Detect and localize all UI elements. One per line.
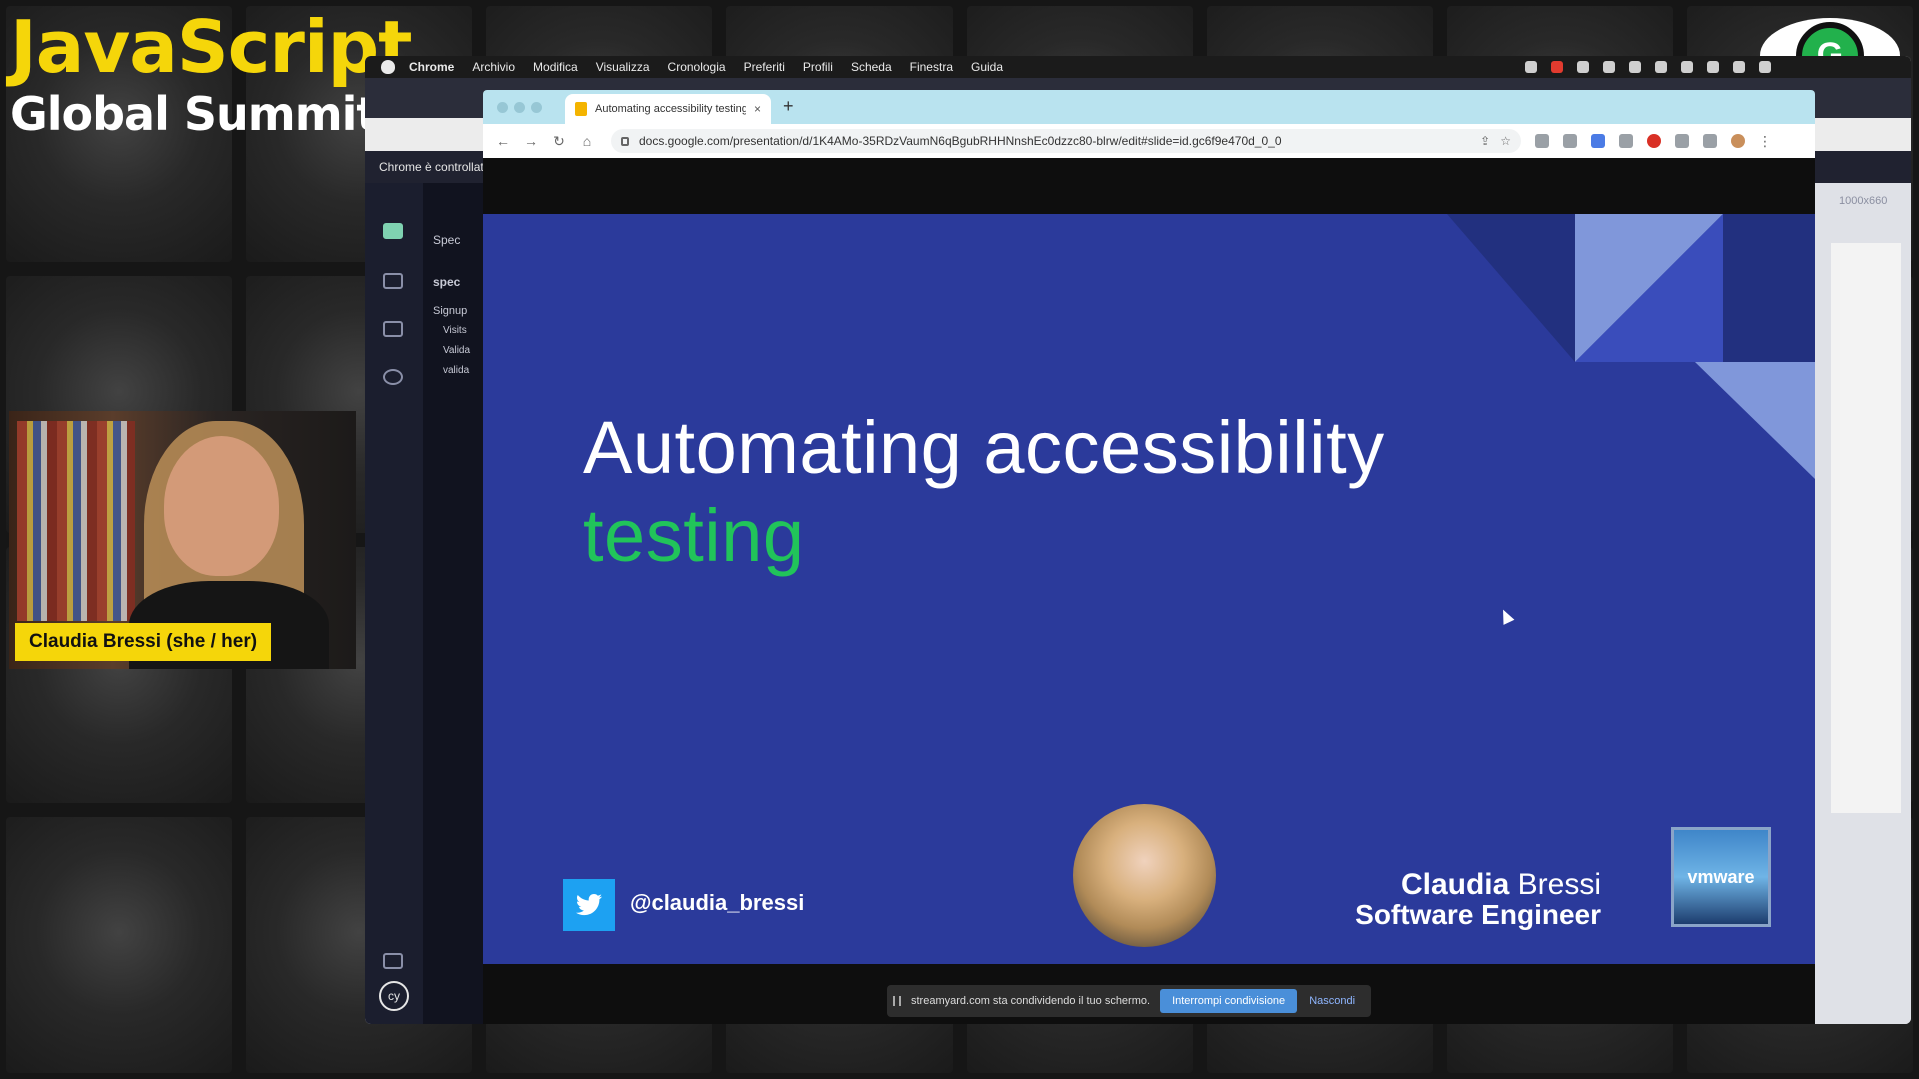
viewport-size: 1000x660 xyxy=(1839,195,1888,207)
speaker-last-name: Bressi xyxy=(1517,868,1601,901)
window-zoom-button[interactable] xyxy=(531,102,542,113)
profile-avatar[interactable] xyxy=(1731,134,1745,148)
shared-screen: Chrome Archivio Modifica Visualizza Cron… xyxy=(365,56,1911,1024)
mac-menubar: Chrome Archivio Modifica Visualizza Cron… xyxy=(365,56,1911,78)
specs-list-icon[interactable] xyxy=(383,321,403,337)
share-message: streamyard.com sta condividendo il tuo s… xyxy=(911,995,1151,1007)
google-slides-icon xyxy=(575,102,587,116)
menu-preferiti[interactable]: Preferiti xyxy=(744,60,785,74)
chrome-tab-strip: Automating accessibility testing × + xyxy=(483,90,1815,124)
presentation-view: Automating accessibility testing @claudi… xyxy=(483,158,1815,1024)
stop-sharing-button[interactable]: Interrompi condivisione xyxy=(1160,989,1298,1013)
back-icon[interactable]: ← xyxy=(495,133,511,149)
extension-icon[interactable] xyxy=(1551,61,1563,73)
menu-archivio[interactable]: Archivio xyxy=(472,60,515,74)
twitter-bird-icon xyxy=(576,894,602,916)
menu-chrome[interactable]: Chrome xyxy=(409,60,454,74)
slide: Automating accessibility testing @claudi… xyxy=(483,214,1815,964)
menu-profili[interactable]: Profili xyxy=(803,60,833,74)
runs-icon[interactable] xyxy=(383,273,403,289)
lock-icon xyxy=(621,136,629,146)
speaker-first-name: Claudia xyxy=(1400,868,1510,901)
hide-button[interactable]: Nascondi xyxy=(1309,995,1355,1007)
vmware-logo: vmware xyxy=(1671,827,1771,927)
cypress-preview-pane: 1000x660 xyxy=(1815,183,1911,1024)
speaker-role: Software Engineer xyxy=(1355,899,1601,930)
bookshelf xyxy=(17,421,135,621)
reload-icon[interactable]: ↻ xyxy=(551,133,567,150)
menu-visualizza[interactable]: Visualizza xyxy=(596,60,650,74)
battery-icon[interactable] xyxy=(1707,61,1719,73)
spec-file-name[interactable]: spec xyxy=(433,275,460,289)
slide-title: Automating accessibility testing xyxy=(583,404,1385,580)
address-bar[interactable]: docs.google.com/presentation/d/1K4AMo-35… xyxy=(611,129,1521,153)
cypress-spec-panel: Spec spec Signup Visits Valida valida xyxy=(423,183,483,1024)
menu-scheda[interactable]: Scheda xyxy=(851,60,892,74)
suite-name[interactable]: Signup xyxy=(433,305,467,317)
app-preview xyxy=(1831,243,1901,813)
extension-icon[interactable] xyxy=(1563,134,1577,148)
forward-icon[interactable]: → xyxy=(523,133,539,149)
side-panel-icon[interactable] xyxy=(1703,134,1717,148)
cypress-app-icon[interactable] xyxy=(383,223,403,239)
speaker-portrait-photo xyxy=(1073,804,1216,947)
keyboard-shortcuts-icon[interactable] xyxy=(383,953,403,969)
tab-google-slides[interactable]: Automating accessibility testing × xyxy=(565,94,771,124)
cypress-logo-icon: cy xyxy=(379,981,409,1011)
participant-tile xyxy=(6,816,233,1073)
apple-logo-icon[interactable] xyxy=(381,60,395,74)
translate-icon[interactable] xyxy=(1591,134,1605,148)
home-icon[interactable]: ⌂ xyxy=(579,133,595,149)
spec-search-input[interactable]: Spec xyxy=(433,233,460,247)
url-text[interactable]: docs.google.com/presentation/d/1K4AMo-35… xyxy=(639,134,1470,148)
chrome-toolbar: ← → ↻ ⌂ docs.google.com/presentation/d/1… xyxy=(483,124,1815,158)
eyedropper-icon[interactable] xyxy=(1535,134,1549,148)
chrome-window: Automating accessibility testing × + ← →… xyxy=(483,90,1815,1024)
pause-icon[interactable] xyxy=(893,996,901,1006)
slide-title-line1: Automating accessibility xyxy=(583,406,1385,489)
extension-icon[interactable] xyxy=(1619,134,1633,148)
tab-close-icon[interactable]: × xyxy=(754,102,761,116)
opera-icon[interactable] xyxy=(1647,134,1661,148)
speaker-credit: Claudia Bressi Software Engineer xyxy=(1355,870,1601,930)
vmware-logo-text: vmware xyxy=(1687,866,1755,887)
speaker-webcam: Claudia Bressi (she / her) xyxy=(9,411,356,669)
wifi-icon[interactable] xyxy=(1733,61,1745,73)
menu-cronologia[interactable]: Cronologia xyxy=(668,60,726,74)
window-minimize-button[interactable] xyxy=(514,102,525,113)
test-item[interactable]: valida xyxy=(443,365,469,376)
new-tab-button[interactable]: + xyxy=(783,96,794,117)
speaker-nameplate: Claudia Bressi (she / her) xyxy=(15,623,272,661)
speaker-face xyxy=(164,436,279,576)
globe-icon[interactable] xyxy=(1655,61,1667,73)
window-close-button[interactable] xyxy=(497,102,508,113)
bookmark-star-icon[interactable]: ☆ xyxy=(1500,134,1511,148)
menu-modifica[interactable]: Modifica xyxy=(533,60,578,74)
twitter-icon xyxy=(563,879,615,931)
bluetooth-icon[interactable] xyxy=(1681,61,1693,73)
twitter-handle: @claudia_bressi xyxy=(630,890,805,915)
settings-gear-icon[interactable] xyxy=(383,369,403,385)
menu-guida[interactable]: Guida xyxy=(971,60,1003,74)
share-icon[interactable]: ⇪ xyxy=(1480,134,1490,148)
screen-record-icon[interactable] xyxy=(1525,61,1537,73)
kebab-menu-icon[interactable]: ⋮ xyxy=(1757,133,1773,150)
test-item[interactable]: Valida xyxy=(443,345,470,356)
test-item[interactable]: Visits xyxy=(443,325,467,336)
screen-share-bar: streamyard.com sta condividendo il tuo s… xyxy=(887,985,1371,1017)
search-icon[interactable] xyxy=(1759,61,1771,73)
menubar-status-icons xyxy=(1525,61,1911,73)
puzzle-icon[interactable] xyxy=(1675,134,1689,148)
menu-finestra[interactable]: Finestra xyxy=(910,60,953,74)
extension-icon[interactable] xyxy=(1577,61,1589,73)
tab-title: Automating accessibility testing xyxy=(595,103,746,115)
slide-title-line2: testing xyxy=(583,494,805,577)
cypress-sidebar: cy xyxy=(365,183,423,1024)
headphones-icon[interactable] xyxy=(1629,61,1641,73)
moon-icon[interactable] xyxy=(1603,61,1615,73)
